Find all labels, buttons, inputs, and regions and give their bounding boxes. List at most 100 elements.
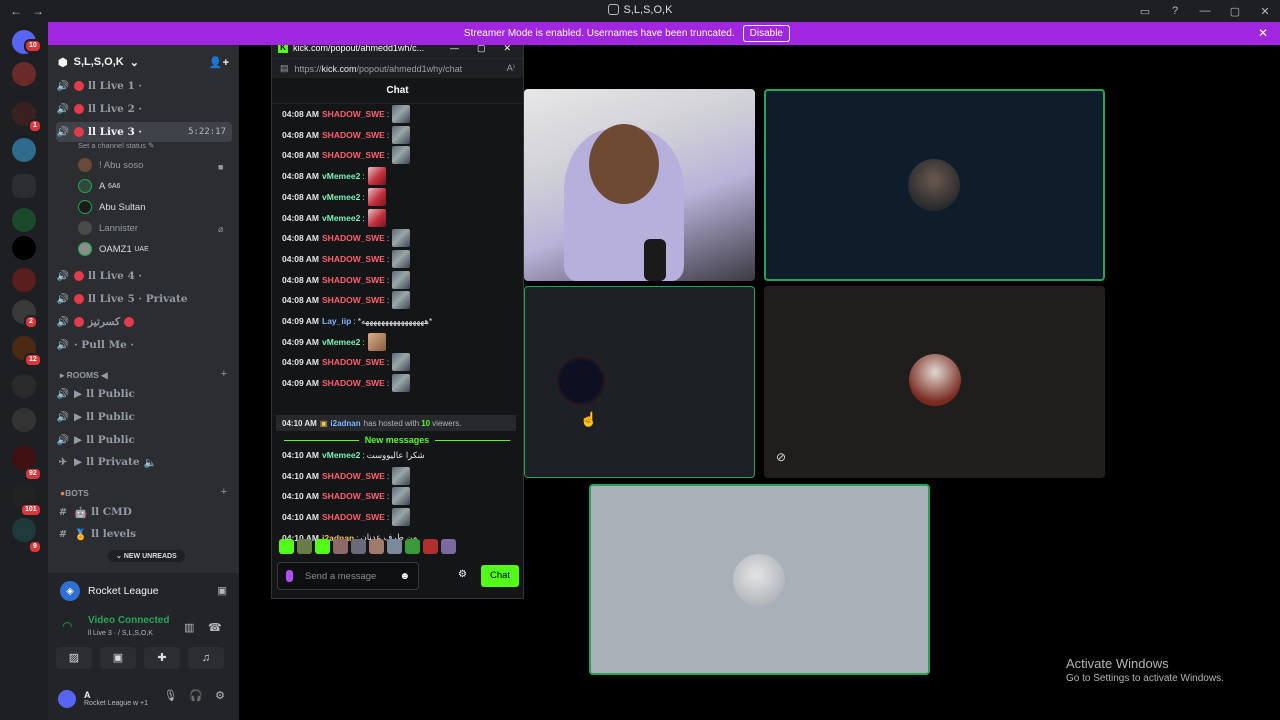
message-username[interactable]: SHADOW_SWE — [322, 233, 385, 243]
channel-public[interactable]: 🔊 ▶ ll Public — [56, 384, 232, 404]
channel-pull-me[interactable]: 🔊 · Pull Me · — [56, 335, 232, 355]
channel-cmd[interactable]: # 🤖 ll CMD — [56, 502, 232, 522]
activity-panel[interactable]: ◈ Rocket League ▣ — [48, 573, 239, 609]
emote-icon[interactable] — [392, 125, 411, 144]
emote-icon[interactable] — [392, 270, 411, 289]
emote-icon[interactable] — [392, 487, 411, 506]
address-bar[interactable]: ▤ https://kick.com/popout/ahmedd1why/cha… — [272, 58, 523, 78]
minimize-icon[interactable]: — — [1190, 5, 1220, 17]
new-unreads-pill[interactable]: ⌄ NEW UNREADS — [108, 550, 185, 562]
read-aloud-icon[interactable]: A⁾ — [507, 63, 515, 74]
server-icon[interactable] — [12, 208, 36, 232]
category-rooms[interactable]: ▸ ROOMS ◀ — [60, 370, 108, 381]
emote-icon[interactable] — [279, 539, 294, 554]
server-icon[interactable] — [12, 62, 36, 86]
message-username[interactable]: SHADOW_SWE — [322, 295, 385, 305]
emote-icon[interactable] — [392, 105, 411, 123]
channel-public[interactable]: 🔊 ▶ ll Public — [56, 430, 232, 450]
voice-member[interactable]: Abu Sultan — [78, 197, 145, 217]
emote-icon[interactable] — [392, 508, 411, 527]
emote-icon[interactable] — [392, 249, 411, 268]
channel-levels[interactable]: # 🏅 ll levels — [56, 524, 232, 544]
channel-live-5[interactable]: 🔊 ll Live 5 · Private — [56, 289, 232, 309]
soundboard-button[interactable]: ♫ — [188, 647, 224, 669]
channel-live-3[interactable]: 🔊 ll Live 3 · 5:22:17 — [56, 122, 232, 142]
server-icon[interactable] — [12, 268, 36, 292]
channel-live-4[interactable]: 🔊 ll Live 4 · — [56, 266, 232, 286]
video-tile-user[interactable] — [589, 484, 930, 675]
server-icon[interactable] — [12, 138, 36, 162]
voice-channel-path[interactable]: ll Live 3 · / S,L,S,O,K — [88, 630, 153, 637]
channel-public[interactable]: 🔊 ▶ ll Public — [56, 407, 232, 427]
headphones-icon[interactable]: 🎧 — [189, 689, 203, 702]
camera-off-button[interactable]: ▨ — [56, 647, 92, 669]
server-icon[interactable] — [12, 374, 36, 398]
emote-icon[interactable] — [333, 539, 348, 554]
voice-member[interactable]: OAMZ1 UAE — [78, 239, 149, 259]
channel-live-1[interactable]: 🔊 ll Live 1 · — [56, 76, 232, 96]
emote-icon[interactable] — [441, 539, 456, 554]
category-bots[interactable]: ●BOTS — [60, 488, 89, 498]
message-username[interactable]: Lay_iip — [322, 316, 351, 326]
avatar[interactable] — [58, 689, 76, 708]
message-username[interactable]: SHADOW_SWE — [322, 491, 385, 501]
emote-icon[interactable] — [351, 539, 366, 554]
voice-status[interactable]: Video Connected — [88, 615, 170, 626]
message-username[interactable]: SHADOW_SWE — [322, 130, 385, 140]
emote-icon[interactable] — [369, 539, 384, 554]
video-tile-user[interactable]: ☝ — [524, 286, 755, 478]
channel-private[interactable]: ✈ ▶ ll Private 🔈 — [56, 452, 232, 472]
message-username[interactable]: SHADOW_SWE — [322, 357, 385, 367]
message-username[interactable]: SHADOW_SWE — [322, 471, 385, 481]
message-username[interactable]: vMemee2 — [322, 450, 360, 460]
channel-blocked[interactable]: 🔊 كسرتيز — [56, 312, 232, 332]
send-chat-button[interactable]: Chat — [481, 565, 519, 587]
disconnect-icon[interactable]: ☎ — [208, 621, 222, 634]
server-header[interactable]: ⬢ S,L,S,O,K ⌄ 👤+ — [48, 45, 239, 79]
microphone-icon[interactable] — [286, 570, 293, 582]
emote-icon[interactable] — [367, 208, 386, 227]
emote-icon[interactable] — [392, 229, 411, 248]
maximize-icon[interactable]: ▢ — [1220, 5, 1250, 18]
video-tile-user[interactable]: ⊘ — [764, 286, 1105, 478]
voice-member[interactable]: ! Abu soso — [78, 155, 143, 175]
video-tile-stream[interactable] — [524, 89, 755, 281]
emote-icon[interactable] — [392, 353, 411, 372]
add-channel-icon[interactable]: + — [221, 368, 227, 380]
message-username[interactable]: SHADOW_SWE — [322, 109, 385, 119]
host-user[interactable]: i2adnan — [330, 419, 360, 428]
emote-icon[interactable] — [423, 539, 438, 554]
message-username[interactable]: SHADOW_SWE — [322, 150, 385, 160]
activity-share-icon[interactable]: ▣ — [217, 585, 227, 597]
emote-icon[interactable] — [392, 291, 411, 310]
emote-icon[interactable] — [392, 374, 411, 393]
chat-input[interactable]: Send a message ☻ — [277, 562, 419, 590]
server-icon[interactable] — [12, 408, 36, 432]
voice-member[interactable]: A 6A6 — [78, 176, 120, 196]
emote-icon[interactable] — [367, 332, 386, 351]
message-username[interactable]: vMemee2 — [322, 213, 360, 223]
message-username[interactable]: SHADOW_SWE — [322, 512, 385, 522]
channel-status[interactable]: Set a channel status ✎ — [78, 141, 154, 150]
emote-icon[interactable] — [387, 539, 402, 554]
emote-icon[interactable] — [405, 539, 420, 554]
close-icon[interactable]: ✕ — [1258, 26, 1268, 40]
emote-icon[interactable] — [367, 167, 386, 186]
message-username[interactable]: SHADOW_SWE — [322, 275, 385, 285]
activities-button[interactable]: ✚ — [144, 647, 180, 669]
emote-icon[interactable] — [392, 466, 411, 485]
noise-suppression-icon[interactable]: ▥ — [184, 621, 194, 634]
inbox-icon[interactable]: ▭ — [1130, 5, 1160, 18]
add-channel-icon[interactable]: + — [221, 486, 227, 498]
voice-member[interactable]: Lannister — [78, 218, 138, 238]
emote-icon[interactable] — [315, 539, 330, 554]
chat-settings-icon[interactable]: ⚙ — [458, 569, 467, 580]
settings-gear-icon[interactable]: ⚙ — [215, 689, 225, 702]
invite-icon[interactable]: 👤+ — [209, 56, 229, 69]
help-icon[interactable]: ? — [1160, 5, 1190, 17]
screen-share-button[interactable]: ▣ — [100, 647, 136, 669]
emote-icon[interactable] — [297, 539, 312, 554]
close-icon[interactable]: ✕ — [1250, 5, 1280, 18]
message-username[interactable]: SHADOW_SWE — [322, 254, 385, 264]
folder-icon[interactable] — [12, 174, 36, 198]
